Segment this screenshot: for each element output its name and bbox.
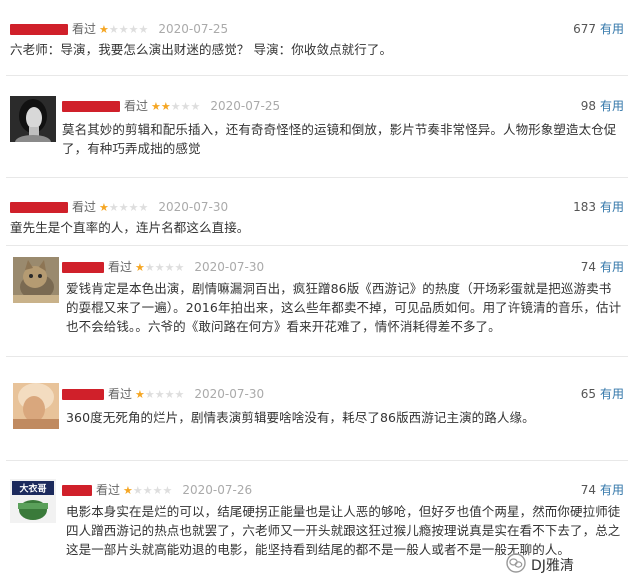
divider xyxy=(6,356,628,357)
star-empty-icon: ★ xyxy=(138,22,149,36)
star-empty-icon: ★ xyxy=(174,387,185,401)
star-empty-icon: ★ xyxy=(118,200,129,214)
star-empty-icon: ★ xyxy=(170,99,181,113)
review-meta: 看过 ★ ★ ★ ★ ★ 2020-07-30 xyxy=(10,199,228,215)
review-meta: 看过 ★ ★ ★ ★ ★ 2020-07-30 xyxy=(62,386,264,402)
star-rating: ★ ★ ★ ★ ★ xyxy=(135,389,184,400)
review-date: 2020-07-30 xyxy=(158,200,229,214)
star-empty-icon: ★ xyxy=(108,200,119,214)
star-empty-icon: ★ xyxy=(154,260,165,274)
star-empty-icon: ★ xyxy=(128,22,139,36)
star-rating: ★ ★ ★ ★ ★ xyxy=(151,101,200,112)
reviewer-name-redacted[interactable] xyxy=(10,201,68,213)
reviewer-name-redacted[interactable] xyxy=(62,100,120,112)
star-empty-icon: ★ xyxy=(132,483,143,497)
useful-button[interactable]: 有用 xyxy=(600,483,624,497)
useful-button[interactable]: 有用 xyxy=(600,260,624,274)
vote-count: 65 xyxy=(580,387,596,401)
star-empty-icon: ★ xyxy=(144,387,155,401)
useful-button[interactable]: 有用 xyxy=(600,22,624,36)
star-empty-icon: ★ xyxy=(190,99,201,113)
watched-label: 看过 xyxy=(72,22,97,36)
star-filled-icon: ★ xyxy=(135,260,145,274)
woman-portrait-avatar[interactable] xyxy=(10,96,56,142)
divider xyxy=(6,75,628,76)
vote-count: 98 xyxy=(580,99,596,113)
star-empty-icon: ★ xyxy=(164,387,175,401)
reviewer-name-redacted[interactable] xyxy=(10,23,68,35)
useful-button[interactable]: 有用 xyxy=(600,99,624,113)
reviewer-name-redacted[interactable] xyxy=(62,484,92,496)
vote-area: 74 有用 xyxy=(581,259,624,275)
divider xyxy=(6,177,628,178)
review-meta: 看过 ★ ★ ★ ★ ★ 2020-07-25 xyxy=(10,21,228,37)
avatar-caption: 大衣哥 xyxy=(19,483,46,495)
wechat-icon xyxy=(506,553,531,577)
star-rating: ★ ★ ★ ★ ★ xyxy=(135,262,184,273)
vote-count: 677 xyxy=(573,22,596,36)
review-date: 2020-07-25 xyxy=(158,22,229,36)
review-text: 360度无死角的烂片，剧情表演剪辑要啥啥没有，耗尽了86版西游记主演的路人缘。 xyxy=(66,410,535,425)
review-date: 2020-07-30 xyxy=(194,260,265,274)
star-rating: ★ ★ ★ ★ ★ xyxy=(99,24,148,35)
review-text: 童先生是个直率的人，连片名都这么直接。 xyxy=(10,220,250,235)
vote-count: 74 xyxy=(580,260,596,274)
useful-button[interactable]: 有用 xyxy=(600,200,624,214)
watched-label: 看过 xyxy=(108,387,133,401)
vote-area: 74 有用 xyxy=(581,482,624,498)
logo-avatar[interactable]: 大衣哥 xyxy=(10,479,56,523)
star-empty-icon: ★ xyxy=(152,483,163,497)
star-empty-icon: ★ xyxy=(180,99,191,113)
star-filled-icon: ★ xyxy=(99,22,109,36)
watched-label: 看过 xyxy=(108,260,133,274)
star-rating: ★ ★ ★ ★ ★ xyxy=(99,202,148,213)
watermark: DJ雅清 xyxy=(506,553,574,577)
star-filled-icon: ★ xyxy=(151,99,161,113)
star-empty-icon: ★ xyxy=(144,260,155,274)
star-filled-icon: ★ xyxy=(123,483,133,497)
star-filled-icon: ★ xyxy=(160,99,171,113)
review-meta: 看过 ★ ★ ★ ★ ★ 2020-07-30 xyxy=(62,259,264,275)
vote-area: 677 有用 xyxy=(573,21,624,37)
review-text: 爱钱肯定是本色出演，剧情嘛漏洞百出，疯狂蹭86版《西游记》的热度（开场彩蛋就是把… xyxy=(66,281,622,334)
vote-area: 65 有用 xyxy=(581,386,624,402)
review-date: 2020-07-26 xyxy=(182,483,253,497)
star-empty-icon: ★ xyxy=(138,200,149,214)
star-empty-icon: ★ xyxy=(108,22,119,36)
reviewer-name-redacted[interactable] xyxy=(62,388,104,400)
star-empty-icon: ★ xyxy=(174,260,185,274)
star-filled-icon: ★ xyxy=(99,200,109,214)
review-text: 电影本身实在是烂的可以，结尾硬拐正能量也是让人恶的够呛，但好歹也值个两星，然而你… xyxy=(66,504,621,557)
review-date: 2020-07-25 xyxy=(210,99,281,113)
vote-area: 98 有用 xyxy=(581,98,624,114)
cat-avatar[interactable] xyxy=(13,257,59,303)
star-empty-icon: ★ xyxy=(118,22,129,36)
star-empty-icon: ★ xyxy=(128,200,139,214)
divider xyxy=(6,460,628,461)
vote-count: 74 xyxy=(580,483,596,497)
vote-count: 183 xyxy=(573,200,596,214)
star-filled-icon: ★ xyxy=(135,387,145,401)
star-empty-icon: ★ xyxy=(154,387,165,401)
reviewer-name-redacted[interactable] xyxy=(62,261,104,273)
star-empty-icon: ★ xyxy=(142,483,153,497)
review-meta: 看过 ★ ★ ★ ★ ★ 2020-07-26 xyxy=(62,482,252,498)
vote-area: 183 有用 xyxy=(573,199,624,215)
divider xyxy=(6,245,628,246)
star-empty-icon: ★ xyxy=(164,260,175,274)
review-meta: 看过 ★ ★ ★ ★ ★ 2020-07-25 xyxy=(62,98,280,114)
useful-button[interactable]: 有用 xyxy=(600,387,624,401)
watched-label: 看过 xyxy=(124,99,149,113)
blurred-face-avatar[interactable] xyxy=(13,383,59,429)
review-text: 六老师：导演，我要怎么演出财迷的感觉？ 导演：你收敛点就行了。 xyxy=(10,42,393,57)
review-date: 2020-07-30 xyxy=(194,387,265,401)
watched-label: 看过 xyxy=(96,483,121,497)
review-text: 莫名其妙的剪辑和配乐插入，还有奇奇怪怪的运镜和倒放，影片节奏非常怪异。人物形象塑… xyxy=(62,122,617,156)
star-empty-icon: ★ xyxy=(162,483,173,497)
star-rating: ★ ★ ★ ★ ★ xyxy=(123,485,172,496)
watched-label: 看过 xyxy=(72,200,97,214)
watermark-text: DJ雅清 xyxy=(531,558,574,574)
